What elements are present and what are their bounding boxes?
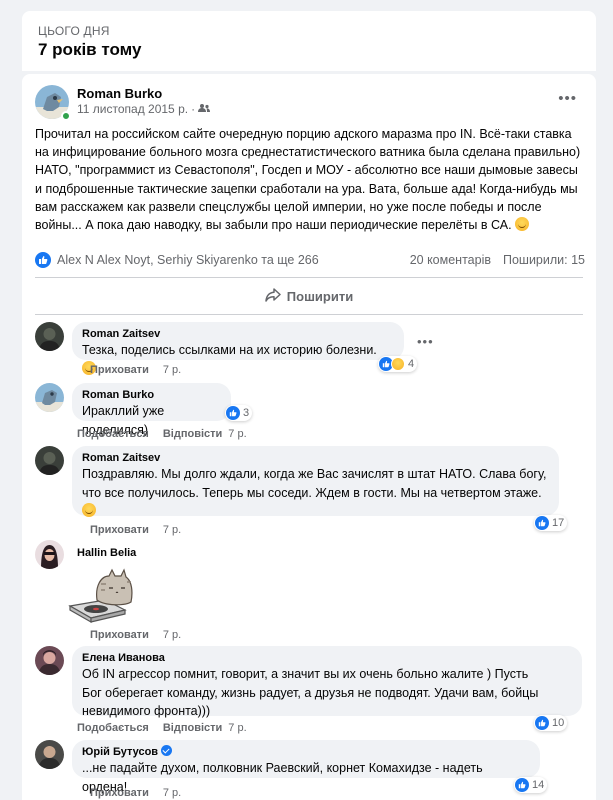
comment-reactions[interactable]: 14	[514, 777, 548, 793]
smile-emoji-icon	[82, 503, 96, 517]
post-author-name[interactable]: Roman Burko	[77, 86, 162, 101]
post-body: Прочитал на российском сайте очередную п…	[35, 125, 585, 234]
comment-actions: Приховати 7 р.	[90, 524, 181, 536]
post-reactions-text[interactable]: Alex N Alex Noyt, Serhiy Skiyarenko та щ…	[57, 253, 319, 267]
comment: Roman Zaitsev Поздравляю. Мы долго ждали…	[35, 446, 585, 536]
comment: Юрій Бутусов ...не падайте духом, полков…	[35, 740, 585, 800]
comment: Елена Иванова Об IN агрессор помнит, гов…	[35, 646, 585, 736]
like-comment-button[interactable]: Подобається	[77, 722, 149, 734]
comment-time[interactable]: 7 р.	[228, 428, 246, 440]
share-button-label: Поширити	[286, 288, 354, 304]
comment-actions: Приховати 7 р.	[90, 787, 181, 799]
share-arrow-icon	[265, 287, 281, 305]
comment-more-options-icon[interactable]: •••	[417, 334, 434, 349]
comment-time[interactable]: 7 р.	[228, 722, 246, 734]
commenter-avatar[interactable]	[35, 646, 64, 675]
divider	[35, 277, 583, 278]
comment: Roman Zaitsev Тезка, поделись ссылками н…	[35, 322, 585, 382]
hide-comment-button[interactable]: Приховати	[90, 787, 149, 799]
post-meta: 11 листопад 2015 р. ·	[77, 102, 211, 116]
post-shares-count[interactable]: Поширили: 15	[503, 253, 585, 267]
post-body-text: Прочитал на российском сайте очередную п…	[35, 127, 581, 233]
comment-actions: Приховати 7 р.	[90, 364, 181, 376]
hide-comment-button[interactable]: Приховати	[90, 524, 149, 536]
comment-time[interactable]: 7 р.	[163, 787, 181, 799]
memory-title: 7 років тому	[38, 40, 142, 59]
smile-emoji-icon	[515, 217, 530, 232]
comment-reactions-count: 10	[552, 717, 565, 729]
comment-text-line: Поздравляю. Мы долго ждали, когда же Вас…	[82, 467, 547, 481]
commenter-name[interactable]: Елена Иванова	[82, 651, 572, 665]
friends-icon	[198, 102, 211, 116]
comment-actions: Приховати 7 р.	[90, 629, 181, 641]
like-reaction-icon	[35, 252, 51, 268]
post-more-options-icon[interactable]: •••	[558, 90, 577, 107]
comment-reactions-count: 17	[552, 517, 565, 529]
comment-text-line: что все получилось. Теперь мы соседи. Жд…	[82, 485, 542, 500]
comment-bubble: Юрій Бутусов ...не падайте духом, полков…	[72, 740, 540, 794]
comment-actions: Подобається Відповісти 7 р.	[77, 428, 247, 440]
commenter-name[interactable]: Roman Burko	[82, 388, 221, 402]
like-reaction-icon	[535, 516, 549, 530]
commenter-avatar[interactable]	[35, 322, 64, 351]
reply-comment-button[interactable]: Відповісти	[163, 428, 222, 440]
like-reaction-icon	[535, 716, 549, 730]
commenter-avatar[interactable]	[35, 740, 64, 769]
like-reaction-icon	[515, 778, 529, 792]
post-card: Roman Burko 11 листопад 2015 р. · ••• Пр…	[22, 74, 596, 800]
comment-time[interactable]: 7 р.	[163, 629, 181, 641]
commenter-name[interactable]: Roman Zaitsev	[82, 327, 394, 341]
comment-reactions[interactable]: 10	[534, 715, 568, 731]
commenter-name[interactable]: Hallin Belia	[77, 546, 136, 560]
haha-reaction-icon	[391, 357, 405, 371]
pusheen-cat-sticker[interactable]	[65, 566, 137, 626]
commenter-avatar[interactable]	[35, 446, 64, 475]
divider	[35, 314, 583, 315]
verified-badge-icon	[161, 745, 173, 756]
comment: Hallin Belia Приховати 7 р.	[35, 540, 585, 641]
comment-reactions[interactable]: 17	[534, 515, 568, 531]
comment-bubble: Roman Zaitsev Тезка, поделись ссылками н…	[72, 322, 404, 375]
comment-reactions[interactable]: 4	[378, 356, 418, 372]
online-status-dot	[61, 111, 71, 121]
like-comment-button[interactable]: Подобається	[77, 428, 149, 440]
hide-comment-button[interactable]: Приховати	[90, 364, 149, 376]
post-date[interactable]: 11 листопад 2015 р.	[77, 102, 188, 116]
commenter-avatar[interactable]	[35, 540, 64, 569]
memory-header: ЦЬОГО ДНЯ 7 років тому	[22, 11, 596, 71]
hide-comment-button[interactable]: Приховати	[90, 629, 149, 641]
comment-reactions[interactable]: 3	[225, 405, 253, 421]
commenter-name[interactable]: Юрій Бутусов	[82, 746, 158, 758]
memory-overline: ЦЬОГО ДНЯ	[38, 24, 110, 38]
like-reaction-icon	[226, 406, 240, 420]
comment-text-line: невидимого фронта)))	[82, 704, 211, 718]
comment-text: Тезка, поделись ссылками на их историю б…	[82, 343, 377, 357]
post-comments-count[interactable]: 20 коментарів	[410, 253, 491, 267]
comment-time[interactable]: 7 р.	[163, 524, 181, 536]
post-reactions-row: Alex N Alex Noyt, Serhiy Skiyarenko та щ…	[35, 250, 585, 270]
comment-bubble: Елена Иванова Об IN агрессор помнит, гов…	[72, 646, 582, 718]
comment-reactions-count: 3	[243, 407, 250, 419]
comment-time[interactable]: 7 р.	[163, 364, 181, 376]
comment-text-line: Бог оберегает команду, жизнь радует, а д…	[82, 685, 539, 700]
comment-bubble: Roman Zaitsev Поздравляю. Мы долго ждали…	[72, 446, 559, 517]
comment-text-line: Об IN агрессор помнит, говорит, а значит…	[82, 667, 529, 681]
share-button[interactable]: Поширити	[35, 284, 583, 308]
comment-bubble: Roman Burko Иракллий уже поделился)	[72, 383, 231, 437]
comment: Roman Burko Иракллий уже поделился) 3 По…	[35, 383, 585, 443]
comment-reactions-count: 4	[408, 358, 415, 370]
commenter-avatar[interactable]	[35, 383, 64, 412]
reply-comment-button[interactable]: Відповісти	[163, 722, 222, 734]
commenter-name[interactable]: Roman Zaitsev	[82, 451, 549, 465]
comment-reactions-count: 14	[532, 779, 545, 791]
comment-actions: Подобається Відповісти 7 р.	[77, 722, 247, 734]
